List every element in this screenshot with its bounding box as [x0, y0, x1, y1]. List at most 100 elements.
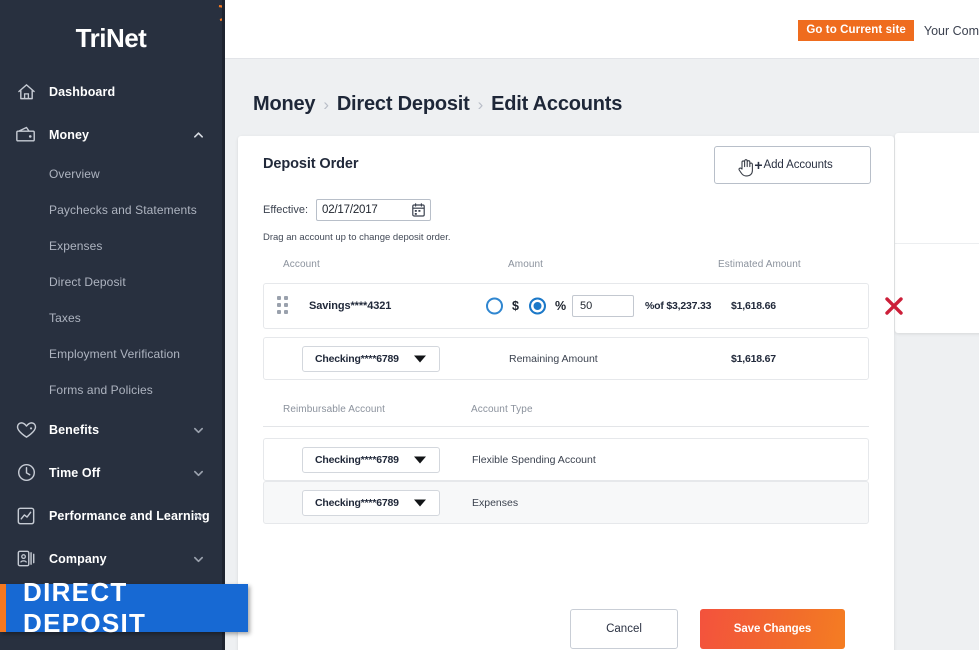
radio-percent[interactable]: [529, 297, 546, 315]
chevron-down-icon[interactable]: [193, 424, 204, 435]
column-header-account-type: Account Type: [471, 404, 533, 415]
sidebar-item-performance-and-learning[interactable]: Performance and Learning: [0, 494, 222, 537]
logo-text: TriNet: [75, 22, 147, 53]
deposit-column-headers: Account Amount Estimated Amount: [263, 259, 869, 279]
heart-icon: [13, 419, 39, 441]
breadcrumb-item-edit-accounts: Edit Accounts: [491, 93, 623, 115]
sidebar-label: Time Off: [49, 465, 101, 480]
account-name: Savings****4321: [309, 300, 392, 312]
app-window: TriNet Dashboard Money Overview Paycheck…: [0, 0, 979, 650]
home-icon: [13, 81, 39, 103]
sidebar-item-expenses[interactable]: Expenses: [0, 228, 222, 264]
sidebar-label: Benefits: [49, 422, 100, 437]
estimated-amount: $1,618.67: [731, 352, 776, 365]
sidebar-label: Money: [49, 127, 90, 142]
reimbursable-account-select[interactable]: Checking****6789: [302, 489, 440, 516]
account-type-label: Flexible Spending Account: [472, 453, 596, 466]
sidebar-item-paychecks-and-statements[interactable]: Paychecks and Statements: [0, 192, 222, 228]
content-area: Money › Direct Deposit › Edit Accounts D…: [225, 59, 979, 650]
section-divider: [263, 426, 869, 427]
estimated-amount: $1,618.66: [731, 300, 776, 312]
breadcrumb-separator: ›: [323, 94, 329, 114]
radio-dollar[interactable]: [486, 297, 503, 315]
add-accounts-label: Add Accounts: [763, 159, 833, 171]
sidebar-sub-label: Overview: [49, 167, 100, 181]
secondary-card-divider: [895, 243, 979, 244]
percent-of-label: %of $3,237.33: [645, 300, 712, 312]
chevron-down-icon: [414, 499, 426, 506]
clock-icon: [13, 462, 39, 484]
sidebar-sub-label: Paychecks and Statements: [49, 203, 197, 217]
sidebar-item-taxes[interactable]: Taxes: [0, 300, 222, 336]
account-select-value: Checking****6789: [315, 352, 399, 365]
card-title: Deposit Order: [263, 156, 359, 172]
sidebar-item-overview[interactable]: Overview: [0, 156, 222, 192]
hand-cursor-icon: [738, 159, 753, 177]
chevron-down-icon[interactable]: [193, 553, 204, 564]
account-type-label: Expenses: [472, 496, 519, 509]
effective-date-row: Effective: 02/17/2017: [263, 199, 432, 221]
banner-text: DIRECT DEPOSIT: [23, 577, 147, 638]
column-header-amount: Amount: [508, 259, 544, 270]
calendar-icon[interactable]: [412, 203, 425, 217]
sidebar-item-time-off[interactable]: Time Off: [0, 451, 222, 494]
save-changes-button[interactable]: Save Changes: [700, 609, 845, 649]
account-select-value: Checking****6789: [315, 453, 399, 466]
table-row[interactable]: Savings****4321 $ % 50 %of $3,237.33 $1,…: [263, 283, 903, 329]
effective-date-input[interactable]: 02/17/2017: [316, 199, 432, 221]
percent-symbol-label: %: [555, 299, 567, 313]
remove-account-icon[interactable]: [883, 295, 905, 317]
plus-icon: +: [754, 157, 763, 173]
table-row[interactable]: Checking****6789 Expenses: [263, 481, 869, 524]
chevron-up-icon[interactable]: [193, 129, 204, 140]
sidebar-item-money[interactable]: Money: [0, 113, 222, 156]
account-select-value: Checking****6789: [315, 496, 399, 509]
id-card-icon: [13, 548, 39, 570]
sidebar-sub-label: Expenses: [49, 239, 103, 253]
sidebar-item-company[interactable]: Company: [0, 537, 222, 580]
company-name-label: Your Com: [923, 23, 979, 38]
deposit-order-card: Deposit Order + Add Accounts Effective: …: [238, 136, 903, 650]
reimbursable-account-select[interactable]: Checking****6789: [302, 446, 440, 473]
sidebar-item-benefits[interactable]: Benefits: [0, 408, 222, 451]
sidebar-label: Dashboard: [49, 84, 116, 99]
secondary-card-partial: [895, 133, 979, 333]
sidebar-item-employment-verification[interactable]: Employment Verification: [0, 336, 222, 372]
drag-hint-text: Drag an account up to change deposit ord…: [263, 232, 451, 243]
cancel-button[interactable]: Cancel: [570, 609, 678, 649]
amount-input[interactable]: 50: [572, 295, 634, 317]
account-select[interactable]: Checking****6789: [302, 345, 440, 372]
column-header-reimbursable-account: Reimbursable Account: [283, 404, 386, 415]
table-row[interactable]: Checking****6789 Remaining Amount $1,618…: [263, 337, 869, 380]
breadcrumb: Money › Direct Deposit › Edit Accounts: [253, 93, 622, 116]
wallet-icon: [13, 124, 39, 146]
effective-label: Effective:: [263, 204, 309, 216]
sidebar-sub-label: Taxes: [49, 311, 81, 325]
add-accounts-button[interactable]: + Add Accounts: [714, 146, 871, 184]
drag-handle-icon[interactable]: [277, 296, 291, 316]
chart-icon: [13, 505, 39, 527]
dollar-symbol-label: $: [512, 299, 519, 313]
sidebar-sub-label: Direct Deposit: [49, 275, 126, 289]
direct-deposit-banner: DIRECT DEPOSIT: [0, 577, 248, 638]
remaining-amount-label: Remaining Amount: [509, 352, 598, 365]
sidebar-sub-label: Forms and Policies: [49, 383, 153, 397]
chevron-down-icon: [414, 456, 426, 463]
sidebar-item-direct-deposit[interactable]: Direct Deposit: [0, 264, 222, 300]
sidebar-nav: Dashboard Money Overview Paychecks and S…: [0, 70, 222, 623]
banner-accent-stripe: [0, 584, 6, 632]
column-header-estimated: Estimated Amount: [718, 259, 801, 270]
effective-date-value: 02/17/2017: [322, 204, 378, 216]
chevron-down-icon[interactable]: [193, 510, 204, 521]
breadcrumb-item-direct-deposit[interactable]: Direct Deposit: [337, 93, 470, 116]
sidebar-sub-label: Employment Verification: [49, 347, 181, 361]
column-header-account: Account: [283, 259, 320, 270]
chevron-down-icon[interactable]: [193, 467, 204, 478]
table-row[interactable]: Checking****6789 Flexible Spending Accou…: [263, 438, 869, 481]
sidebar-item-dashboard[interactable]: Dashboard: [0, 70, 222, 113]
go-to-current-site-button[interactable]: Go to Current site: [798, 20, 914, 41]
breadcrumb-item-money[interactable]: Money: [253, 93, 316, 116]
trinet-logo[interactable]: TriNet: [0, 5, 222, 62]
sidebar-item-forms-and-policies[interactable]: Forms and Policies: [0, 372, 222, 408]
reimbursable-column-headers: Reimbursable Account Account Type: [263, 404, 869, 424]
